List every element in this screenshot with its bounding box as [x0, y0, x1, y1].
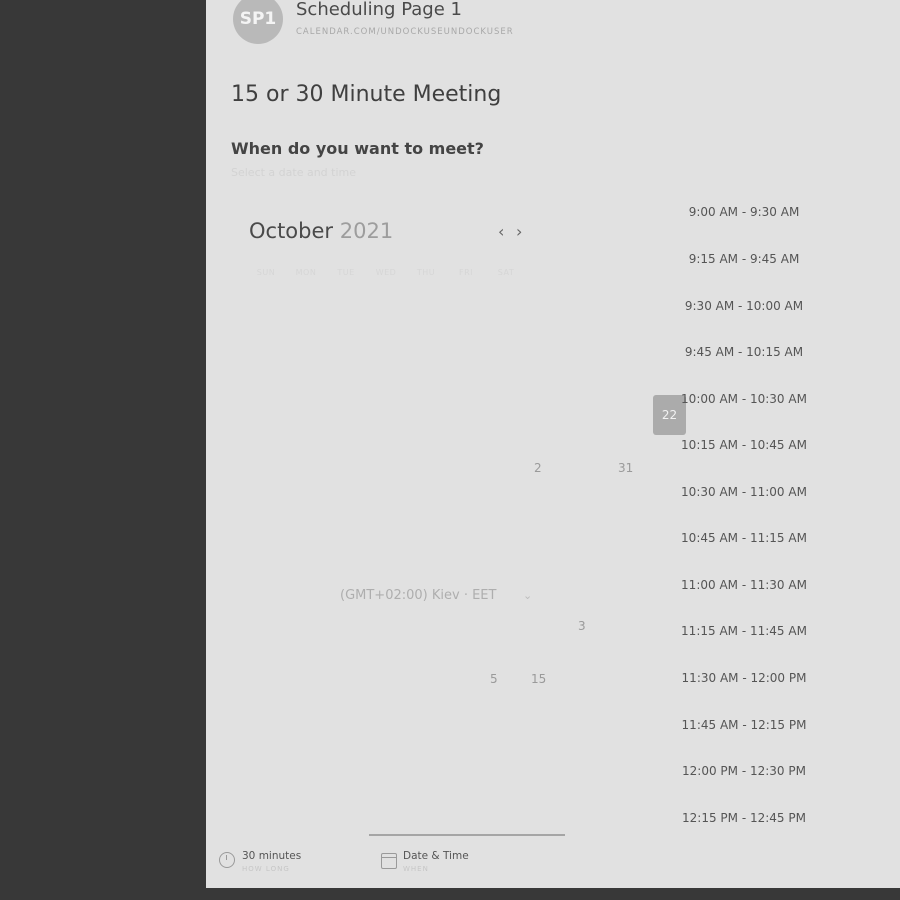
calendar-icon: [381, 853, 397, 869]
weekday-wed: WED: [375, 268, 397, 277]
time-slot[interactable]: 11:30 AM - 12:00 PM: [674, 670, 814, 686]
clock-icon: [219, 852, 235, 868]
calendar-year: 2021: [339, 219, 394, 243]
weekday-mon: MON: [295, 268, 317, 277]
page-title: Scheduling Page 1: [296, 0, 462, 20]
duration-label: 30 minutes: [242, 850, 302, 862]
footer-duration[interactable]: 30 minutes HOW LONG: [242, 850, 301, 873]
calendar-day[interactable]: 5: [490, 672, 498, 686]
time-slot[interactable]: 10:30 AM - 11:00 AM: [674, 484, 814, 500]
weekday-sat: SAT: [497, 268, 515, 277]
prev-month-button[interactable]: ‹: [498, 222, 504, 241]
next-month-button[interactable]: ›: [516, 222, 522, 241]
time-slot[interactable]: 11:00 AM - 11:30 AM: [674, 577, 814, 593]
weekday-fri: FRI: [458, 268, 474, 277]
time-slot[interactable]: 11:15 AM - 11:45 AM: [674, 623, 814, 639]
time-slot[interactable]: 10:45 AM - 11:15 AM: [674, 530, 814, 546]
time-slot[interactable]: 9:30 AM - 10:00 AM: [674, 298, 814, 314]
time-slot[interactable]: 9:15 AM - 9:45 AM: [674, 251, 814, 267]
calendar-day[interactable]: 2: [534, 461, 542, 475]
step-progress-bar: [369, 834, 565, 836]
time-slot[interactable]: 10:00 AM - 10:30 AM: [674, 391, 814, 407]
calendar-day[interactable]: 15: [531, 672, 546, 686]
weekday-thu: THU: [416, 268, 436, 277]
time-slot[interactable]: 9:45 AM - 10:15 AM: [674, 344, 814, 360]
datetime-label: Date & Time: [403, 850, 469, 862]
calendar-month: October 2021: [249, 219, 393, 243]
time-slot[interactable]: 11:45 AM - 12:15 PM: [674, 717, 814, 733]
meeting-question: When do you want to meet?: [231, 139, 484, 158]
duration-sublabel: HOW LONG: [242, 865, 290, 873]
meeting-hint: Select a date and time: [231, 166, 357, 179]
calendar-day[interactable]: 31: [618, 461, 633, 475]
calendar-month-name: October: [249, 219, 334, 243]
meeting-title: 15 or 30 Minute Meeting: [231, 82, 502, 107]
datetime-sublabel: WHEN: [403, 865, 429, 873]
time-slot[interactable]: 12:00 PM - 12:30 PM: [674, 763, 814, 779]
timezone-select[interactable]: (GMT+02:00) Kiev · EET: [340, 588, 496, 603]
footer-datetime[interactable]: Date & Time WHEN: [403, 850, 469, 873]
weekday-tue: TUE: [337, 268, 355, 277]
chevron-down-icon[interactable]: ⌄: [523, 589, 532, 602]
avatar: SP1: [233, 0, 283, 44]
time-slot[interactable]: 10:15 AM - 10:45 AM: [674, 437, 814, 453]
weekday-sun: SUN: [256, 268, 276, 277]
page-url[interactable]: CALENDAR.COM/UNDOCKUSEUNDOCKUSER: [296, 27, 514, 37]
time-slot[interactable]: 12:15 PM - 12:45 PM: [674, 810, 814, 826]
time-slot[interactable]: 9:00 AM - 9:30 AM: [674, 204, 814, 220]
scheduling-panel: SP1 Scheduling Page 1 CALENDAR.COM/UNDOC…: [206, 0, 900, 888]
calendar-day[interactable]: 3: [578, 619, 586, 633]
